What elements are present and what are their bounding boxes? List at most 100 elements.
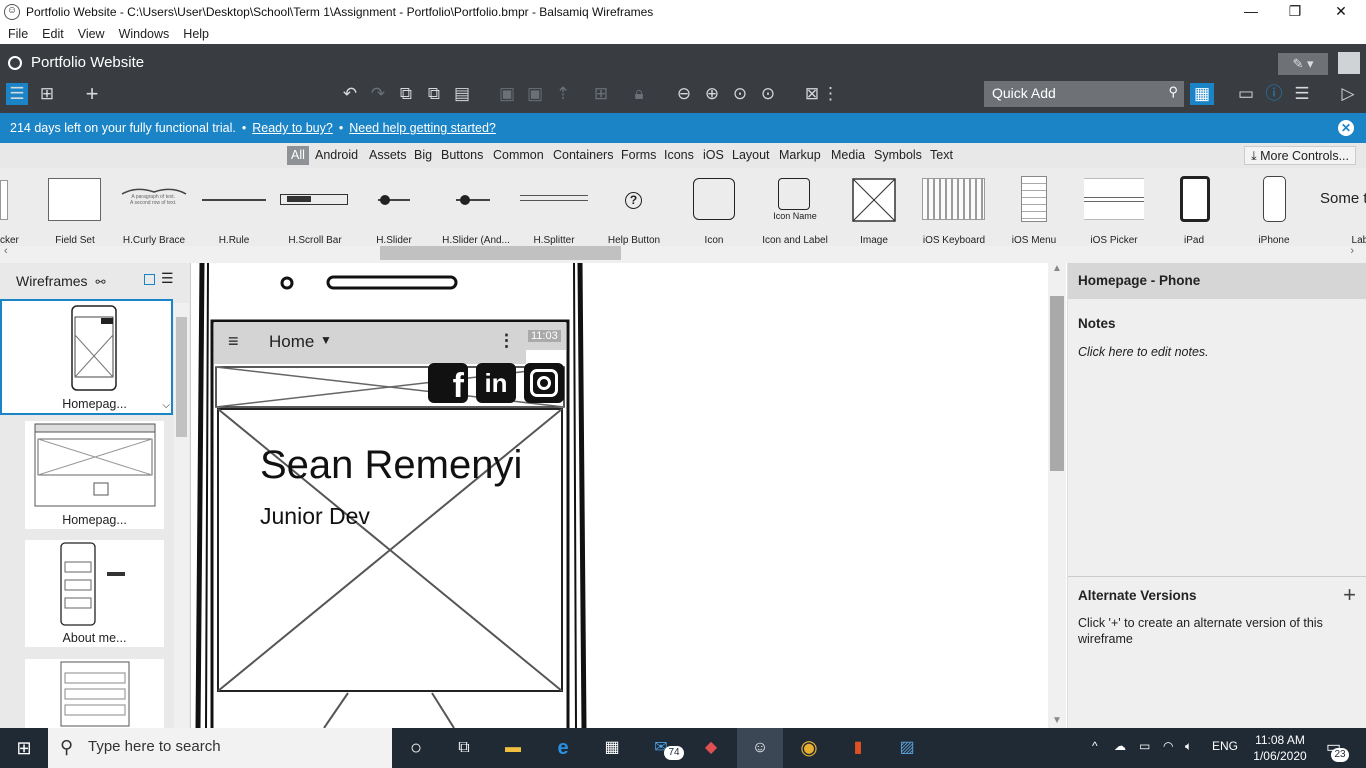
sort-icon[interactable]: ⚯	[95, 275, 105, 289]
scroll-up-icon[interactable]: ▲	[1052, 263, 1062, 274]
menu-file[interactable]: File	[8, 27, 28, 41]
palette-item-ipad[interactable]: iPad	[1168, 168, 1220, 246]
tab-android[interactable]: Android	[311, 146, 362, 165]
menu-view[interactable]: View	[78, 27, 105, 41]
wireframe-thumb-2[interactable]: Homepag...	[25, 421, 164, 529]
wireframe-thumb-1[interactable]: Homepag... ⌵	[25, 303, 170, 413]
ui-library-icon[interactable]: ▦	[1190, 83, 1214, 105]
more-controls-button[interactable]: ⤓ More Controls...	[1244, 146, 1356, 165]
tab-ios[interactable]: iOS	[699, 146, 728, 165]
cortana-icon[interactable]: ○	[403, 736, 429, 760]
palette-scroll-thumb[interactable]	[380, 246, 621, 260]
palette-item-h-rule[interactable]: H.Rule	[200, 168, 268, 246]
palette-item-picker[interactable]: cker	[0, 168, 22, 246]
bring-front-icon[interactable]: ⇡	[551, 83, 575, 105]
palette-item-h-scroll-bar[interactable]: H.Scroll Bar	[280, 168, 350, 246]
photos-icon[interactable]: ▨	[894, 736, 920, 760]
palette-item-image[interactable]: Image	[848, 168, 900, 246]
menu-windows[interactable]: Windows	[119, 27, 170, 41]
overflow-menu-icon[interactable]: ⋮	[498, 331, 515, 351]
nav-chevron-down-icon[interactable]: ▼	[320, 333, 332, 347]
scroll-down-icon[interactable]: ▼	[1052, 715, 1062, 726]
linkedin-icon[interactable]: in	[476, 363, 516, 403]
palette-item-ios-menu[interactable]: iOS Menu	[1004, 168, 1064, 246]
comments-icon[interactable]: ▭	[1234, 83, 1258, 105]
hero-heading[interactable]: Sean Remenyi	[260, 443, 522, 488]
edge-icon[interactable]: e	[550, 736, 576, 760]
tray-chevron-up-icon[interactable]: ^	[1092, 739, 1098, 753]
balsamiq-taskbar-icon[interactable]: ☺	[747, 736, 773, 760]
tab-big[interactable]: Big	[410, 146, 436, 165]
scroll-right-icon[interactable]: ›	[1350, 245, 1354, 257]
tab-forms[interactable]: Forms	[617, 146, 660, 165]
palette-item-ios-keyboard[interactable]: iOS Keyboard	[918, 168, 990, 246]
store-icon[interactable]: ▦	[599, 736, 625, 760]
tab-containers[interactable]: Containers	[549, 146, 617, 165]
lock-icon[interactable]: 🔒︎	[627, 83, 651, 105]
quick-add-input[interactable]: Quick Add ⚲	[984, 81, 1184, 107]
add-wireframe-icon[interactable]: +	[80, 83, 104, 105]
tab-assets[interactable]: Assets	[365, 146, 411, 165]
palette-item-iphone[interactable]: iPhone	[1248, 168, 1300, 246]
canvas-scroll-thumb[interactable]	[1050, 296, 1064, 471]
tab-layout[interactable]: Layout	[728, 146, 774, 165]
list-view-icon[interactable]: ☰	[161, 270, 174, 287]
facebook-icon[interactable]: f	[428, 363, 468, 405]
project-title[interactable]: Portfolio Website	[8, 54, 144, 71]
restore-button[interactable]: ❐	[1272, 0, 1318, 23]
wireframe-thumb-3[interactable]: About me...	[25, 540, 164, 647]
tab-media[interactable]: Media	[827, 146, 869, 165]
wireframes-scroll-thumb[interactable]	[176, 317, 187, 437]
close-button[interactable]: ✕	[1318, 0, 1364, 23]
git-app-icon[interactable]: ◆	[698, 736, 724, 760]
taskbar-clock[interactable]: 11:08 AM 1/06/2020	[1240, 732, 1320, 764]
palette-item-h-slider[interactable]: H.Slider	[364, 168, 424, 246]
paste-icon[interactable]: ▤	[450, 83, 474, 105]
palette-item-icon-and-label[interactable]: Icon Name Icon and Label	[760, 168, 830, 246]
tab-buttons[interactable]: Buttons	[437, 146, 487, 165]
wireframe-thumb-4[interactable]	[25, 659, 164, 728]
palette-item-label[interactable]: Some t Label	[1316, 168, 1366, 246]
tab-markup[interactable]: Markup	[775, 146, 825, 165]
palette-item-field-set[interactable]: Field Set	[40, 168, 110, 246]
tab-common[interactable]: Common	[489, 146, 548, 165]
chrome-icon[interactable]: ◉	[796, 736, 822, 760]
add-alternate-version-icon[interactable]: +	[1343, 582, 1356, 608]
ungroup-icon[interactable]: ▣	[523, 83, 547, 105]
wifi-icon[interactable]: ◠	[1163, 739, 1173, 753]
wireframe-name-header[interactable]: Homepage - Phone	[1068, 263, 1366, 299]
tab-symbols[interactable]: Symbols	[870, 146, 926, 165]
group-icon[interactable]: ▣	[495, 83, 519, 105]
ready-to-buy-link[interactable]: Ready to buy?	[252, 121, 333, 135]
zoom-actual-icon[interactable]: ⊙	[728, 83, 752, 105]
hero-subheading[interactable]: Junior Dev	[260, 503, 370, 530]
chevron-down-icon[interactable]: ⌵	[162, 400, 170, 411]
palette-item-icon[interactable]: Icon	[688, 168, 740, 246]
zoom-out-icon[interactable]: ⊖	[672, 83, 696, 105]
zoom-fit-icon[interactable]: ⊙	[756, 83, 780, 105]
more-options-icon[interactable]: ⋮	[822, 83, 839, 105]
arrange-icon[interactable]: ⊞	[589, 83, 613, 105]
file-explorer-icon[interactable]: ▬	[500, 736, 526, 760]
presentation-icon[interactable]: ▷	[1336, 83, 1360, 105]
volume-icon[interactable]: 🔈︎	[1185, 739, 1192, 754]
menu-edit[interactable]: Edit	[42, 27, 64, 41]
palette-item-h-splitter[interactable]: H.Splitter	[518, 168, 590, 246]
office-icon[interactable]: ▮	[845, 736, 871, 760]
menu-help[interactable]: Help	[183, 27, 209, 41]
thumbnail-view-icon[interactable]	[144, 274, 155, 285]
wireframes-scrollbar[interactable]	[174, 303, 189, 728]
close-banner-icon[interactable]: ✕	[1338, 120, 1354, 136]
list-view-icon[interactable]: ☰	[6, 83, 28, 105]
palette-scrollbar[interactable]: ‹ ›	[0, 245, 1366, 263]
battery-icon[interactable]: ▭	[1139, 739, 1150, 753]
taskbar-search-input[interactable]: ⚲ Type here to search	[48, 728, 392, 768]
onedrive-icon[interactable]: ☁	[1114, 739, 1126, 753]
instagram-icon[interactable]	[524, 363, 564, 403]
hamburger-menu-icon[interactable]: ≡	[228, 331, 239, 352]
clear-selection-icon[interactable]: ⊠	[800, 83, 824, 105]
palette-item-help-button[interactable]: ? Help Button	[604, 168, 664, 246]
tab-all[interactable]: All	[287, 146, 309, 165]
redo-icon[interactable]: ↷	[366, 83, 390, 105]
language-indicator[interactable]: ENG	[1212, 739, 1238, 753]
